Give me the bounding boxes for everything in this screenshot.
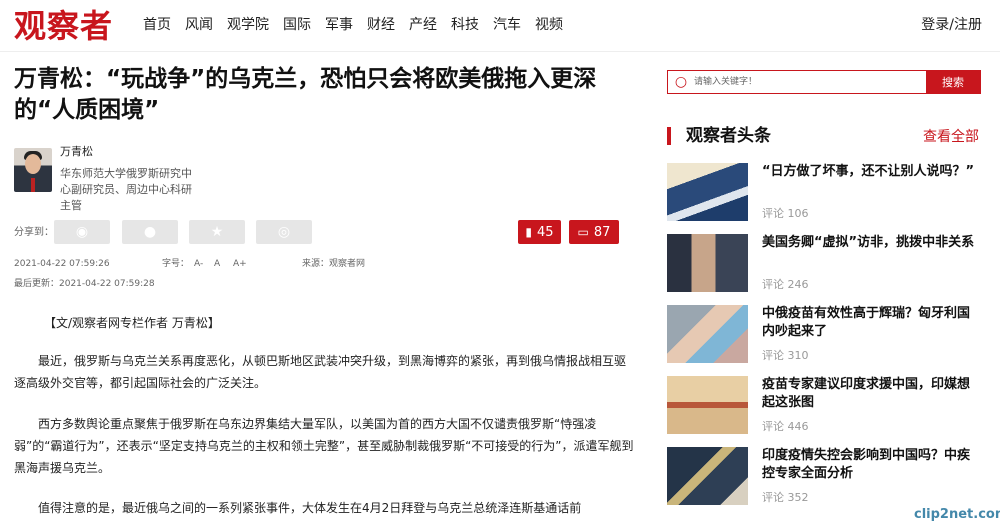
nav-guanxueyuan[interactable]: 观学院	[227, 15, 269, 35]
headline-title[interactable]: 疫苗专家建议印度求援中国，印媒想起这张图	[762, 376, 977, 412]
headline-item[interactable]: “日方做了坏事，还不让别人说吗？” 评论 106	[667, 163, 987, 223]
bookmark-button[interactable]: ▮ 45	[518, 220, 561, 244]
font-size-normal[interactable]: A	[214, 258, 220, 270]
headline-thumbnail[interactable]	[667, 447, 748, 505]
share-qzone-button[interactable]: ★	[189, 220, 245, 244]
author-name[interactable]: 万青松	[60, 145, 93, 159]
font-size-label: 字号：	[162, 259, 190, 269]
nav-auto[interactable]: 汽车	[493, 15, 521, 35]
nav-military[interactable]: 军事	[325, 15, 353, 35]
site-header: 观察者 首页 风闻 观学院 国际 军事 财经 产经 科技 汽车 视频 登录/注册	[0, 0, 1000, 52]
watermark: clip2net.com	[914, 507, 1000, 522]
article-byline: 【文/观察者网专栏作者 万青松】	[44, 316, 220, 330]
headline-comments: 评论 310	[762, 349, 809, 362]
headline-title[interactable]: “日方做了坏事，还不让别人说吗？”	[762, 163, 977, 181]
site-logo[interactable]: 观察者	[14, 6, 113, 46]
headline-item[interactable]: 印度疫情失控会影响到中国吗？中疾控专家全面分析 评论 352	[667, 447, 987, 507]
comment-count: 87	[593, 224, 611, 240]
article-paragraph: 最近，俄罗斯与乌克兰关系再度恶化，从顿巴斯地区武装冲突升级，到黑海博弈的紧张，再…	[14, 354, 627, 390]
section-title: 观察者头条	[686, 126, 771, 146]
weibo-icon: ◉	[75, 224, 89, 240]
headline-title[interactable]: 中俄疫苗有效性高于辉瑞？匈牙利国内吵起来了	[762, 305, 977, 341]
nav-finance[interactable]: 财经	[367, 15, 395, 35]
share-wechat-button[interactable]: ◎	[256, 220, 312, 244]
nav-home[interactable]: 首页	[143, 15, 171, 35]
headline-title[interactable]: 印度疫情失控会影响到中国吗？中疾控专家全面分析	[762, 447, 977, 483]
qq-icon: ●	[143, 224, 157, 240]
headline-comments: 评论 352	[762, 491, 809, 504]
share-label: 分享到：	[14, 227, 54, 238]
article-source: 来源：观察者网	[302, 259, 366, 269]
nav-video[interactable]: 视频	[535, 15, 563, 35]
font-size-smaller[interactable]: A-	[194, 258, 203, 270]
headline-comments: 评论 246	[762, 278, 809, 291]
headline-item[interactable]: 美国务卿“虚拟”访非，挑拨中非关系 评论 246	[667, 234, 987, 294]
login-link[interactable]: 登录/注册	[921, 15, 982, 35]
headline-item[interactable]: 中俄疫苗有效性高于辉瑞？匈牙利国内吵起来了 评论 310	[667, 305, 987, 365]
star-icon: ★	[210, 224, 224, 240]
comment-icon: ▭	[577, 225, 589, 239]
article-paragraph: 值得注意的是，最近俄乌之间的一系列紧张事件，大体发生在4月2日拜登与乌克兰总统泽…	[38, 501, 582, 515]
author-bio: 华东师范大学俄罗斯研究中心副研究员、周边中心科研主管	[60, 167, 192, 212]
main-nav: 首页 风闻 观学院 国际 军事 财经 产经 科技 汽车 视频	[143, 15, 577, 35]
comment-button[interactable]: ▭ 87	[569, 220, 619, 244]
font-size-larger[interactable]: A+	[233, 258, 247, 270]
share-qq-button[interactable]: ●	[122, 220, 178, 244]
headline-comments: 评论 446	[762, 420, 809, 433]
headline-thumbnail[interactable]	[667, 305, 748, 363]
article-title: 万青松：“玩战争”的乌克兰，恐怕只会将欧美俄拖入更深的“人质困境”	[14, 66, 597, 123]
nav-tech[interactable]: 科技	[451, 15, 479, 35]
search-button[interactable]: 搜索	[926, 71, 980, 93]
article-paragraph: 西方多数舆论重点聚焦于俄罗斯在乌东边界集结大量军队，以美国为首的西方大国不仅谴责…	[14, 417, 634, 475]
search-input[interactable]	[694, 71, 926, 93]
headline-thumbnail[interactable]	[667, 234, 748, 292]
nav-international[interactable]: 国际	[283, 15, 311, 35]
bookmark-count: 45	[537, 224, 554, 240]
bookmark-icon: ▮	[525, 225, 533, 239]
last-updated: 最后更新：2021-04-22 07:59:28	[14, 279, 155, 289]
headline-thumbnail[interactable]	[667, 163, 748, 221]
headline-item[interactable]: 疫苗专家建议印度求援中国，印媒想起这张图 评论 446	[667, 376, 987, 436]
wechat-icon: ◎	[277, 224, 291, 240]
section-marker	[667, 127, 671, 145]
nav-industry[interactable]: 产经	[409, 15, 437, 35]
nav-fengwen[interactable]: 风闻	[185, 15, 213, 35]
search-box: ○ 搜索	[667, 70, 981, 94]
view-all-link[interactable]: 查看全部	[923, 127, 979, 147]
headline-thumbnail[interactable]	[667, 376, 748, 434]
search-icon: ○	[674, 74, 688, 90]
headline-comments: 评论 106	[762, 207, 809, 220]
share-weibo-button[interactable]: ◉	[54, 220, 110, 244]
publish-time: 2021-04-22 07:59:26	[14, 259, 110, 269]
author-avatar[interactable]	[14, 148, 52, 192]
headline-title[interactable]: 美国务卿“虚拟”访非，挑拨中非关系	[762, 234, 977, 252]
